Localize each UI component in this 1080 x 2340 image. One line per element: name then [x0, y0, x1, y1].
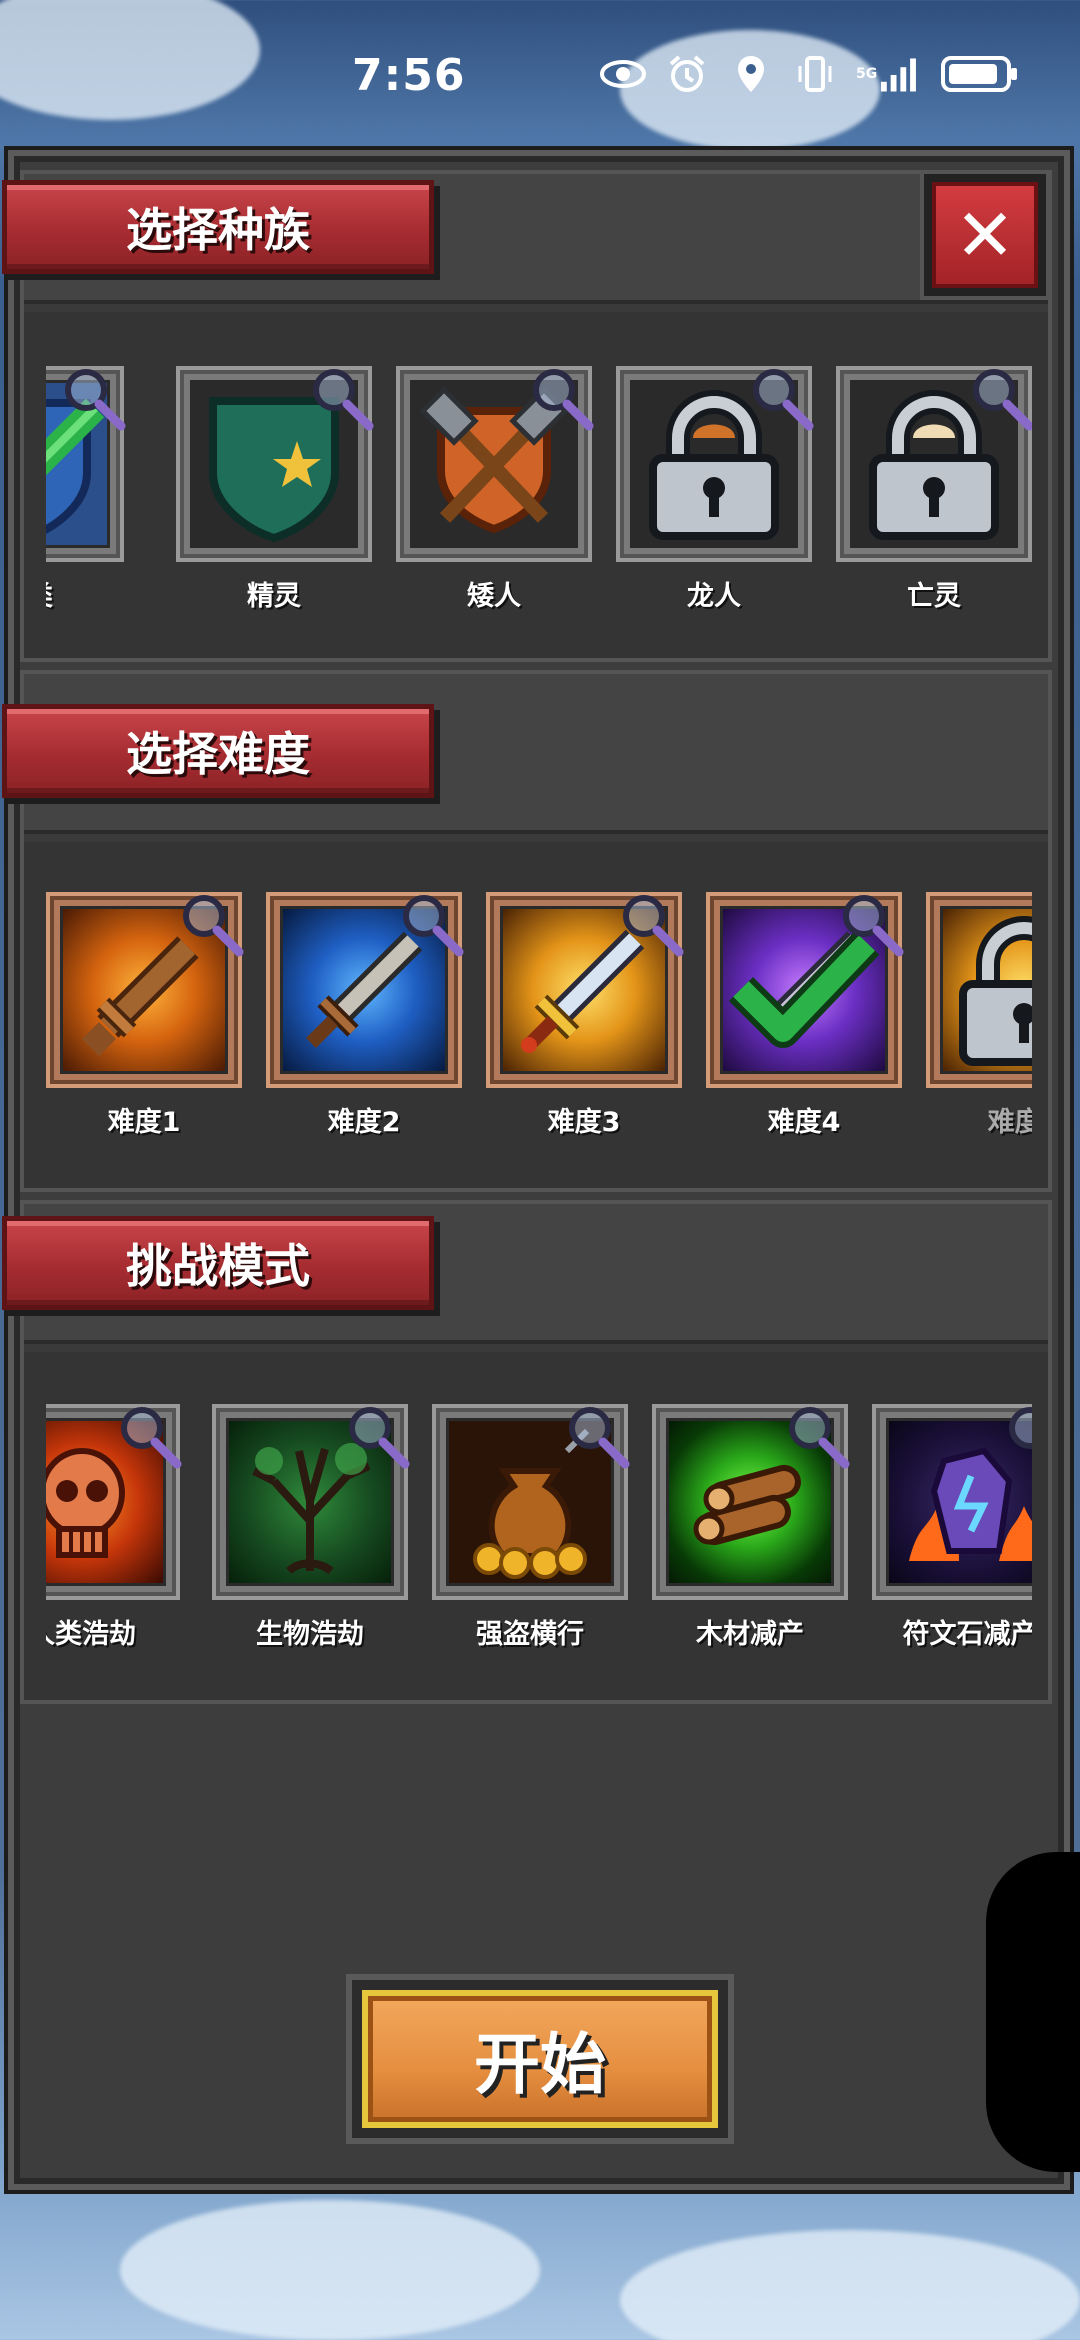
challenge-section-title: 挑战模式: [2, 1216, 434, 1310]
challenge-row: 人类浩劫 生物浩劫 强盗横行 木材减产: [46, 1404, 1032, 1664]
magnifier-icon[interactable]: [782, 1404, 852, 1472]
challenge-tile[interactable]: [652, 1404, 850, 1600]
race-item-label: 人类: [46, 574, 124, 613]
race-tile[interactable]: [46, 366, 126, 562]
magnifier-icon[interactable]: [176, 892, 246, 960]
magnifier-icon[interactable]: [1002, 1404, 1032, 1472]
challenge-item-label: 强盗横行: [476, 1619, 584, 1650]
race-item-label: 精灵: [247, 581, 301, 612]
difficulty-item-1[interactable]: 难度1: [46, 892, 244, 1139]
close-button[interactable]: ✕: [924, 174, 1046, 296]
race-item-dwarf[interactable]: 矮人: [396, 366, 594, 613]
difficulty-tile[interactable]: [486, 892, 684, 1088]
race-item-label: 矮人: [467, 581, 521, 612]
difficulty-item-label: 难度2: [327, 1107, 401, 1138]
status-icons: 5G: [600, 54, 1020, 94]
magnifier-icon[interactable]: [966, 366, 1032, 434]
difficulty-item-5[interactable]: 难度5: [926, 892, 1032, 1139]
race-item-human[interactable]: 人类: [46, 366, 126, 613]
magnifier-icon[interactable]: [396, 892, 466, 960]
magnifier-icon[interactable]: [58, 366, 128, 434]
difficulty-item-label: 难度3: [547, 1107, 621, 1138]
challenge-tile[interactable]: [432, 1404, 630, 1600]
challenge-tile[interactable]: [872, 1404, 1032, 1600]
difficulty-item-2[interactable]: 难度2: [266, 892, 464, 1139]
location-icon: [728, 54, 774, 94]
challenge-item-human-calamity[interactable]: 人类浩劫: [46, 1404, 182, 1651]
magnifier-icon[interactable]: [562, 1404, 632, 1472]
magnifier-icon[interactable]: [526, 366, 596, 434]
floating-side-handle[interactable]: [986, 1852, 1080, 2172]
challenge-item-bandits[interactable]: 强盗横行: [432, 1404, 630, 1651]
race-item-dragonkin[interactable]: 龙人: [616, 366, 814, 613]
magnifier-icon[interactable]: [746, 366, 816, 434]
difficulty-tile[interactable]: [706, 892, 904, 1088]
challenge-item-creature-calamity[interactable]: 生物浩劫: [212, 1404, 410, 1651]
difficulty-row: 难度1 难度2 难度3 难度4 难度: [46, 892, 1032, 1152]
vibrate-icon: [792, 54, 838, 94]
magnifier-icon[interactable]: [114, 1404, 184, 1472]
race-tile[interactable]: [176, 366, 374, 562]
background-cloud: [620, 2230, 1080, 2340]
difficulty-item-label: 难度4: [767, 1107, 841, 1138]
close-icon[interactable]: ✕: [932, 182, 1038, 288]
race-item-undead[interactable]: 亡灵: [836, 366, 1032, 613]
difficulty-item-3[interactable]: 难度3: [486, 892, 684, 1139]
difficulty-tile[interactable]: [926, 892, 1032, 1088]
race-item-elf[interactable]: 精灵: [176, 366, 374, 613]
lock-icon: [940, 906, 1032, 1074]
challenge-item-label: 木材减产: [696, 1619, 804, 1650]
race-tile[interactable]: [396, 366, 594, 562]
network-type: 5G: [856, 66, 878, 82]
start-button-frame: 开始: [346, 1974, 734, 2144]
challenge-item-label: 生物浩劫: [256, 1619, 364, 1650]
difficulty-tile[interactable]: [266, 892, 464, 1088]
signal-icon: 5G: [856, 54, 922, 94]
race-item-label: 龙人: [687, 581, 741, 612]
difficulty-tile[interactable]: [46, 892, 244, 1088]
race-item-label: 亡灵: [907, 581, 961, 612]
race-section-title: 选择种族: [2, 180, 434, 274]
difficulty-item-label: 难度1: [107, 1107, 181, 1138]
status-time: 7:56: [352, 50, 466, 101]
battery-icon: [940, 54, 1020, 94]
race-tile[interactable]: [836, 366, 1032, 562]
challenge-item-runestone-reduction[interactable]: 符文石减产: [872, 1404, 1032, 1651]
magnifier-icon[interactable]: [616, 892, 686, 960]
challenge-tile[interactable]: [46, 1404, 182, 1600]
difficulty-section-title: 选择难度: [2, 704, 434, 798]
background-cloud: [120, 2200, 540, 2340]
difficulty-item-4[interactable]: 难度4: [706, 892, 904, 1139]
status-bar: 7:56 5G: [0, 0, 1080, 150]
start-button[interactable]: 开始: [362, 1990, 718, 2128]
alarm-icon: [664, 54, 710, 94]
challenge-item-wood-reduction[interactable]: 木材减产: [652, 1404, 850, 1651]
magnifier-icon[interactable]: [306, 366, 376, 434]
magnifier-icon[interactable]: [836, 892, 906, 960]
race-tile[interactable]: [616, 366, 814, 562]
magnifier-icon[interactable]: [342, 1404, 412, 1472]
race-row: 人类 精灵 矮人 龙人: [46, 366, 1032, 626]
eye-icon: [600, 54, 646, 94]
challenge-tile[interactable]: [212, 1404, 410, 1600]
challenge-item-label: 符文石减产: [902, 1619, 1033, 1650]
challenge-item-label: 人类浩劫: [46, 1619, 136, 1650]
difficulty-item-label: 难度5: [987, 1107, 1032, 1138]
